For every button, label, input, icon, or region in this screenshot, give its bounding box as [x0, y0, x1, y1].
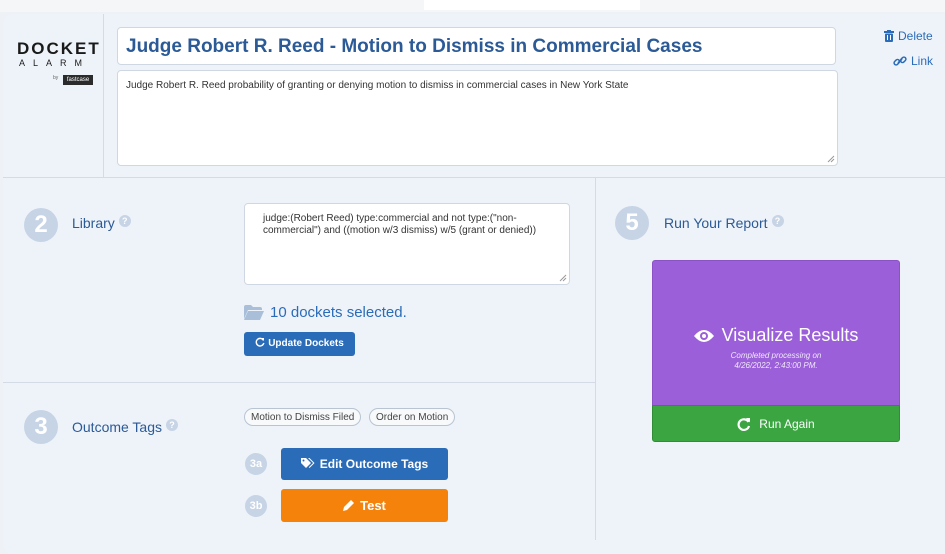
resize-grip-icon[interactable] — [559, 274, 567, 282]
outcome-tag[interactable]: Order on Motion — [369, 408, 456, 426]
visualize-results-button[interactable]: Visualize Results Completed processing o… — [652, 260, 900, 406]
processing-status-line: Completed processing on — [730, 351, 822, 360]
report-description-textarea[interactable]: Judge Robert R. Reed probability of gran… — [117, 70, 838, 166]
link-label: Link — [911, 54, 934, 68]
library-heading: Library? — [72, 215, 131, 231]
dockets-selected[interactable]: 10 dockets selected. — [244, 304, 407, 321]
delete-button[interactable]: Delete — [884, 29, 933, 43]
outcome-tags-label: Outcome Tags — [72, 419, 163, 435]
redo-icon — [737, 418, 751, 431]
step-3-badge: 3 — [24, 410, 58, 444]
refresh-icon — [255, 337, 265, 347]
visualize-results-label: Visualize Results — [721, 325, 859, 345]
pencil-icon — [343, 500, 355, 511]
run-again-button[interactable]: Run Again — [652, 405, 900, 442]
outcome-tag[interactable]: Motion to Dismiss Filed — [244, 408, 362, 426]
logo-by: by — [53, 75, 59, 81]
link-icon — [893, 56, 907, 66]
link-button[interactable]: Link — [893, 54, 933, 68]
step-5-badge: 5 — [615, 206, 649, 240]
fastcase-logo: fastcase — [63, 75, 93, 85]
visualize-results-title: Visualize Results — [653, 325, 899, 346]
test-button[interactable]: Test — [281, 489, 448, 522]
step-3a-badge: 3a — [245, 453, 267, 475]
trash-icon — [884, 30, 894, 42]
help-icon[interactable]: ? — [118, 215, 131, 227]
eye-icon — [693, 330, 714, 342]
test-label: Test — [360, 498, 386, 513]
report-description-text: Judge Robert R. Reed probability of gran… — [126, 80, 629, 91]
run-report-heading: Run Your Report? — [664, 215, 784, 231]
top-tab[interactable] — [424, 0, 640, 10]
resize-grip-icon[interactable] — [827, 155, 835, 163]
processing-status-timestamp: 4/26/2022, 2:43:00 PM. — [734, 361, 818, 370]
run-again-label: Run Again — [759, 417, 815, 431]
step-3b-badge: 3b — [245, 495, 267, 517]
logo-sub: ALARM — [19, 58, 91, 68]
help-icon[interactable]: ? — [771, 215, 784, 227]
delete-label: Delete — [898, 29, 933, 43]
library-query-text: judge:(Robert Reed) type:commercial and … — [263, 213, 537, 236]
library-query-textarea[interactable]: judge:(Robert Reed) type:commercial and … — [244, 203, 570, 285]
edit-outcome-tags-label: Edit Outcome Tags — [319, 457, 429, 471]
help-icon[interactable]: ? — [166, 419, 179, 431]
run-report-label: Run Your Report — [664, 215, 768, 231]
folder-open-icon — [244, 305, 264, 320]
update-dockets-label: Update Dockets — [268, 338, 344, 349]
tags-icon — [300, 458, 315, 468]
library-label: Library — [72, 215, 115, 231]
update-dockets-button[interactable]: Update Dockets — [244, 332, 355, 356]
step-2-badge: 2 — [24, 208, 58, 242]
section-divider — [3, 382, 595, 383]
top-strip — [0, 0, 945, 12]
dockets-selected-text: 10 dockets selected. — [270, 304, 407, 321]
column-divider — [595, 177, 596, 540]
processing-status: Completed processing on 4/26/2022, 2:43:… — [653, 351, 899, 371]
edit-outcome-tags-button[interactable]: Edit Outcome Tags — [281, 448, 448, 480]
outcome-tags-heading: Outcome Tags? — [72, 419, 179, 435]
logo-name: DOCKET — [17, 39, 101, 58]
report-title-input[interactable]: Judge Robert R. Reed - Motion to Dismiss… — [117, 27, 836, 65]
logo-column: DOCKET ALARM by fastcase — [3, 14, 104, 177]
section-divider — [3, 177, 945, 178]
